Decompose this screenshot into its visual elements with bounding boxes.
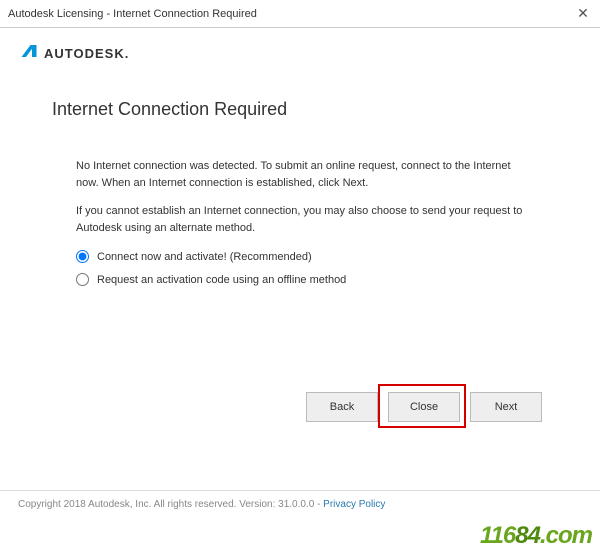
paragraph-2: If you cannot establish an Internet conn… xyxy=(52,203,548,236)
radio-connect-now-label: Connect now and activate! (Recommended) xyxy=(97,251,312,263)
button-row: Back Close Next xyxy=(306,392,542,422)
footer: Copyright 2018 Autodesk, Inc. All rights… xyxy=(0,490,600,518)
close-icon[interactable]: ✕ xyxy=(574,5,592,22)
window-body: AUTODESK. Internet Connection Required N… xyxy=(0,28,600,552)
autodesk-logo-icon xyxy=(20,42,38,65)
radio-offline[interactable]: Request an activation code using an offl… xyxy=(76,273,548,286)
watermark: 11684.com xyxy=(480,522,592,550)
next-button[interactable]: Next xyxy=(470,392,542,422)
brand-text: AUTODESK. xyxy=(44,46,129,61)
radio-connect-now-input[interactable] xyxy=(76,250,89,263)
content-area: Internet Connection Required No Internet… xyxy=(0,75,600,306)
brand-header: AUTODESK. xyxy=(0,28,600,75)
page-title: Internet Connection Required xyxy=(52,99,548,120)
back-button[interactable]: Back xyxy=(306,392,378,422)
copyright-text: Copyright 2018 Autodesk, Inc. All rights… xyxy=(18,499,323,510)
radio-group: Connect now and activate! (Recommended) … xyxy=(52,250,548,286)
privacy-policy-link[interactable]: Privacy Policy xyxy=(323,499,385,510)
titlebar: Autodesk Licensing - Internet Connection… xyxy=(0,0,600,28)
radio-offline-label: Request an activation code using an offl… xyxy=(97,274,346,286)
close-button[interactable]: Close xyxy=(388,392,460,422)
window-title: Autodesk Licensing - Internet Connection… xyxy=(8,8,574,20)
radio-offline-input[interactable] xyxy=(76,273,89,286)
radio-connect-now[interactable]: Connect now and activate! (Recommended) xyxy=(76,250,548,263)
paragraph-1: No Internet connection was detected. To … xyxy=(52,158,548,191)
